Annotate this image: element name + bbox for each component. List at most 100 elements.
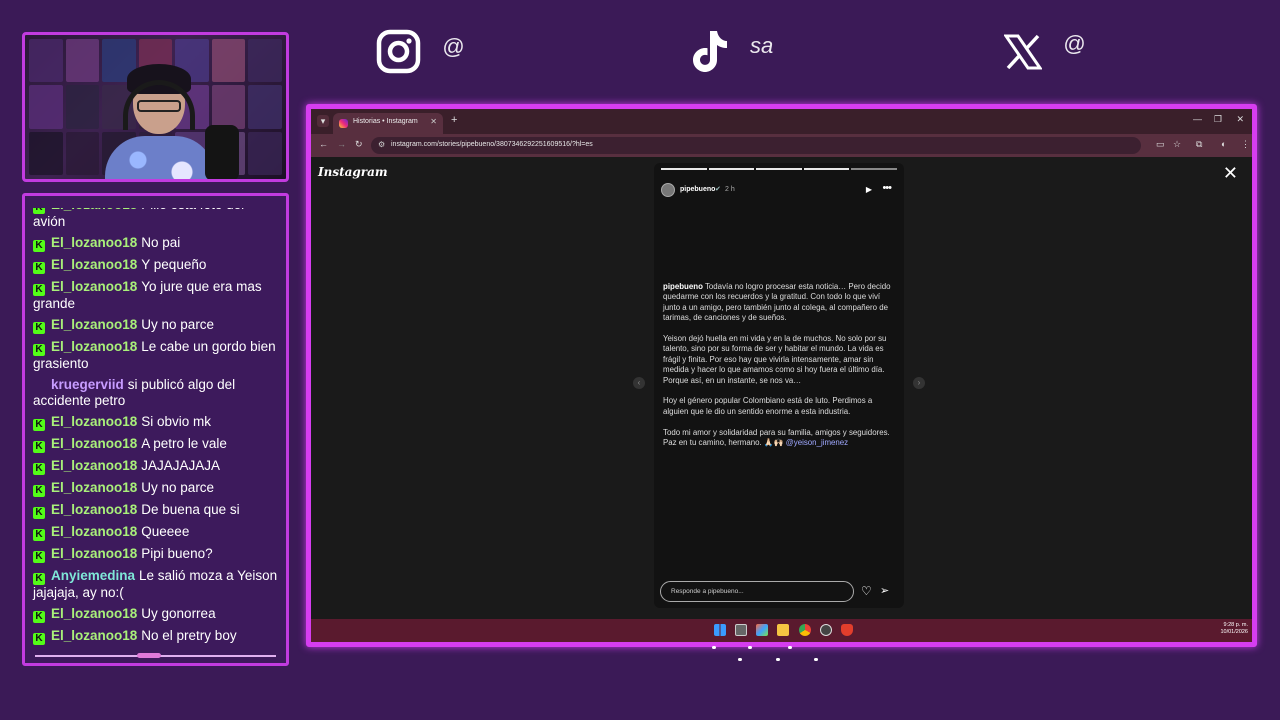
file-explorer-icon[interactable] (777, 624, 789, 636)
chat-message: K El_lozanoo18 No pai (33, 235, 280, 252)
chat-username[interactable]: El_lozanoo18 (51, 546, 137, 561)
app-icon[interactable] (820, 624, 832, 636)
address-bar: ← → ↻ ⚙ instagram.com/stories/pipebueno/… (311, 134, 1252, 157)
more-options-icon[interactable]: ••• (882, 182, 892, 194)
kick-badge-icon: K (33, 463, 45, 475)
avatar[interactable] (661, 183, 675, 197)
back-icon[interactable]: ← (319, 139, 328, 149)
story-username[interactable]: pipebueno (680, 186, 715, 193)
chat-text: JAJAJAJAJA (141, 458, 221, 473)
chat-text: Uy gonorrea (141, 606, 216, 621)
minimize-icon[interactable]: — (1193, 114, 1202, 124)
menu-kebab-icon[interactable]: ⋮ (1241, 139, 1250, 150)
kick-badge-icon: K (33, 344, 45, 356)
windows-taskbar: 9:28 p. m. 10/01/2026 (311, 619, 1252, 642)
windows-start-icon[interactable] (714, 624, 726, 636)
send-icon[interactable]: ➢ (880, 584, 889, 597)
site-info-icon[interactable]: ⚙ (378, 140, 385, 149)
chat-message: K El_lozanoo18 Uy gonorrea (33, 606, 280, 623)
chat-message: kruegerviid si publicó algo del accidente… (33, 377, 280, 409)
kick-badge-icon: K (33, 419, 45, 431)
brave-icon[interactable] (841, 624, 853, 636)
profile-icon[interactable]: ◐ (1221, 139, 1226, 149)
play-icon[interactable]: ▶ (866, 185, 872, 194)
mention-link[interactable]: @yeison_jimenez (786, 438, 848, 447)
cast-icon[interactable]: ▭ (1156, 139, 1165, 150)
chat-username[interactable]: El_lozanoo18 (51, 606, 137, 621)
chat-username[interactable]: kruegerviid (51, 377, 124, 392)
chat-text: Uy no parce (141, 317, 215, 332)
chat-message: K El_lozanoo18 A petro le vale (33, 436, 280, 453)
kick-badge-icon: K (33, 240, 45, 252)
chat-username[interactable]: El_lozanoo18 (51, 317, 137, 332)
new-tab-icon[interactable]: + (451, 114, 457, 126)
browser-window: ▾ Historias • Instagram ✕ + — ❐ ✕ ← → ↻ … (306, 104, 1257, 647)
tab-instagram[interactable]: Historias • Instagram ✕ (333, 113, 443, 134)
maximize-icon[interactable]: ❐ (1214, 114, 1222, 125)
kick-badge-icon: K (33, 441, 45, 453)
copilot-icon[interactable] (756, 624, 768, 636)
reload-icon[interactable]: ↻ (355, 139, 363, 150)
caption-closing: Paz en tu camino, hermano. 🙏🏻🙌🏻 (663, 438, 784, 448)
story-header: pipebueno ✔ 2 h ▶ ••• (661, 182, 897, 199)
system-clock[interactable]: 9:28 p. m. 10/01/2026 (1220, 622, 1248, 636)
chat-text: De buena que si (141, 502, 240, 517)
chat-username[interactable]: El_lozanoo18 (51, 257, 137, 272)
chat-username[interactable]: El_lozanoo18 (51, 414, 137, 429)
chat-text: Uy no parce (141, 480, 215, 495)
extensions-icon[interactable]: ⧉ (1196, 139, 1202, 150)
chat-message: K El_lozanoo18 Le cabe un gordo bien grasi… (33, 339, 280, 372)
close-window-icon[interactable]: ✕ (1236, 114, 1244, 125)
close-story-icon[interactable]: ✕ (1223, 163, 1238, 184)
story-time: 2 h (725, 186, 735, 193)
instagram-logo[interactable]: Instagram (318, 165, 388, 179)
chat-message: K El_lozanoo18 Yo jure que era mas grande (33, 279, 280, 312)
previous-story-icon[interactable]: ‹ (633, 377, 645, 389)
kick-badge-icon: K (33, 529, 45, 541)
url-field[interactable]: ⚙ instagram.com/stories/pipebueno/380734… (371, 137, 1141, 154)
kick-badge-icon: K (33, 633, 45, 645)
chat-username[interactable]: El_lozanoo18 (51, 480, 137, 495)
instagram-viewport: Instagram ✕ ‹ › pipebueno ✔ 2 h ▶ ••• pi… (311, 157, 1252, 619)
tab-close-icon[interactable]: ✕ (430, 117, 437, 126)
verified-badge-icon: ✔ (715, 186, 721, 193)
chat-message: K El_lozanoo18 Y pequeño (33, 257, 280, 274)
tab-title: Historias • Instagram (353, 118, 418, 125)
chat-message: K El_lozanoo18 No el pretry boy (33, 628, 280, 645)
forward-icon[interactable]: → (337, 139, 346, 149)
chat-username[interactable]: El_lozanoo18 (51, 524, 137, 539)
loading-dots (710, 644, 830, 668)
chat-username[interactable]: Anyiemedina (51, 568, 135, 583)
chat-text: No el pretry boy (141, 628, 237, 643)
caption-paragraph-4: Todo mi amor y solidaridad para su famil… (663, 427, 890, 437)
streamer (105, 60, 215, 179)
kick-badge-icon: K (33, 611, 45, 623)
chrome-icon[interactable] (799, 624, 811, 636)
chat-username[interactable]: El_lozanoo18 (51, 279, 137, 294)
chat-username[interactable]: El_lozanoo18 (51, 436, 137, 451)
chat-text: Queeee (141, 524, 190, 539)
chat-message: K El_lozanoo18 De buena que si (33, 502, 280, 519)
clock-date: 10/01/2026 (1220, 629, 1248, 635)
chat-text: Si obvio mk (141, 414, 212, 429)
next-story-icon[interactable]: › (913, 377, 925, 389)
reply-placeholder: Responde a pipebueno... (671, 588, 744, 595)
tiktok-icon (693, 31, 727, 72)
chat-message: K Anyiemedina Le salió moza a Yeison jajaj… (33, 568, 280, 601)
chat-username[interactable]: El_lozanoo18 (51, 339, 137, 354)
reply-input[interactable]: Responde a pipebueno... (660, 581, 854, 602)
chat-text: No pai (141, 235, 181, 250)
chat-username[interactable]: El_lozanoo18 (51, 628, 137, 643)
chat-username[interactable]: El_lozanoo18 (51, 458, 137, 473)
kick-badge-icon: K (33, 573, 45, 585)
url-text: instagram.com/stories/pipebueno/38073462… (391, 141, 593, 148)
microphone (205, 125, 239, 179)
chat-username[interactable]: El_lozanoo18 (51, 235, 137, 250)
heart-icon[interactable]: ♡ (861, 584, 872, 598)
task-view-icon[interactable] (735, 624, 747, 636)
story-progress (661, 168, 897, 170)
tab-search-icon[interactable]: ▾ (317, 115, 329, 127)
chat-text: Y pequeño (141, 257, 207, 272)
chat-username[interactable]: El_lozanoo18 (51, 502, 137, 517)
bookmark-star-icon[interactable]: ☆ (1173, 139, 1181, 150)
